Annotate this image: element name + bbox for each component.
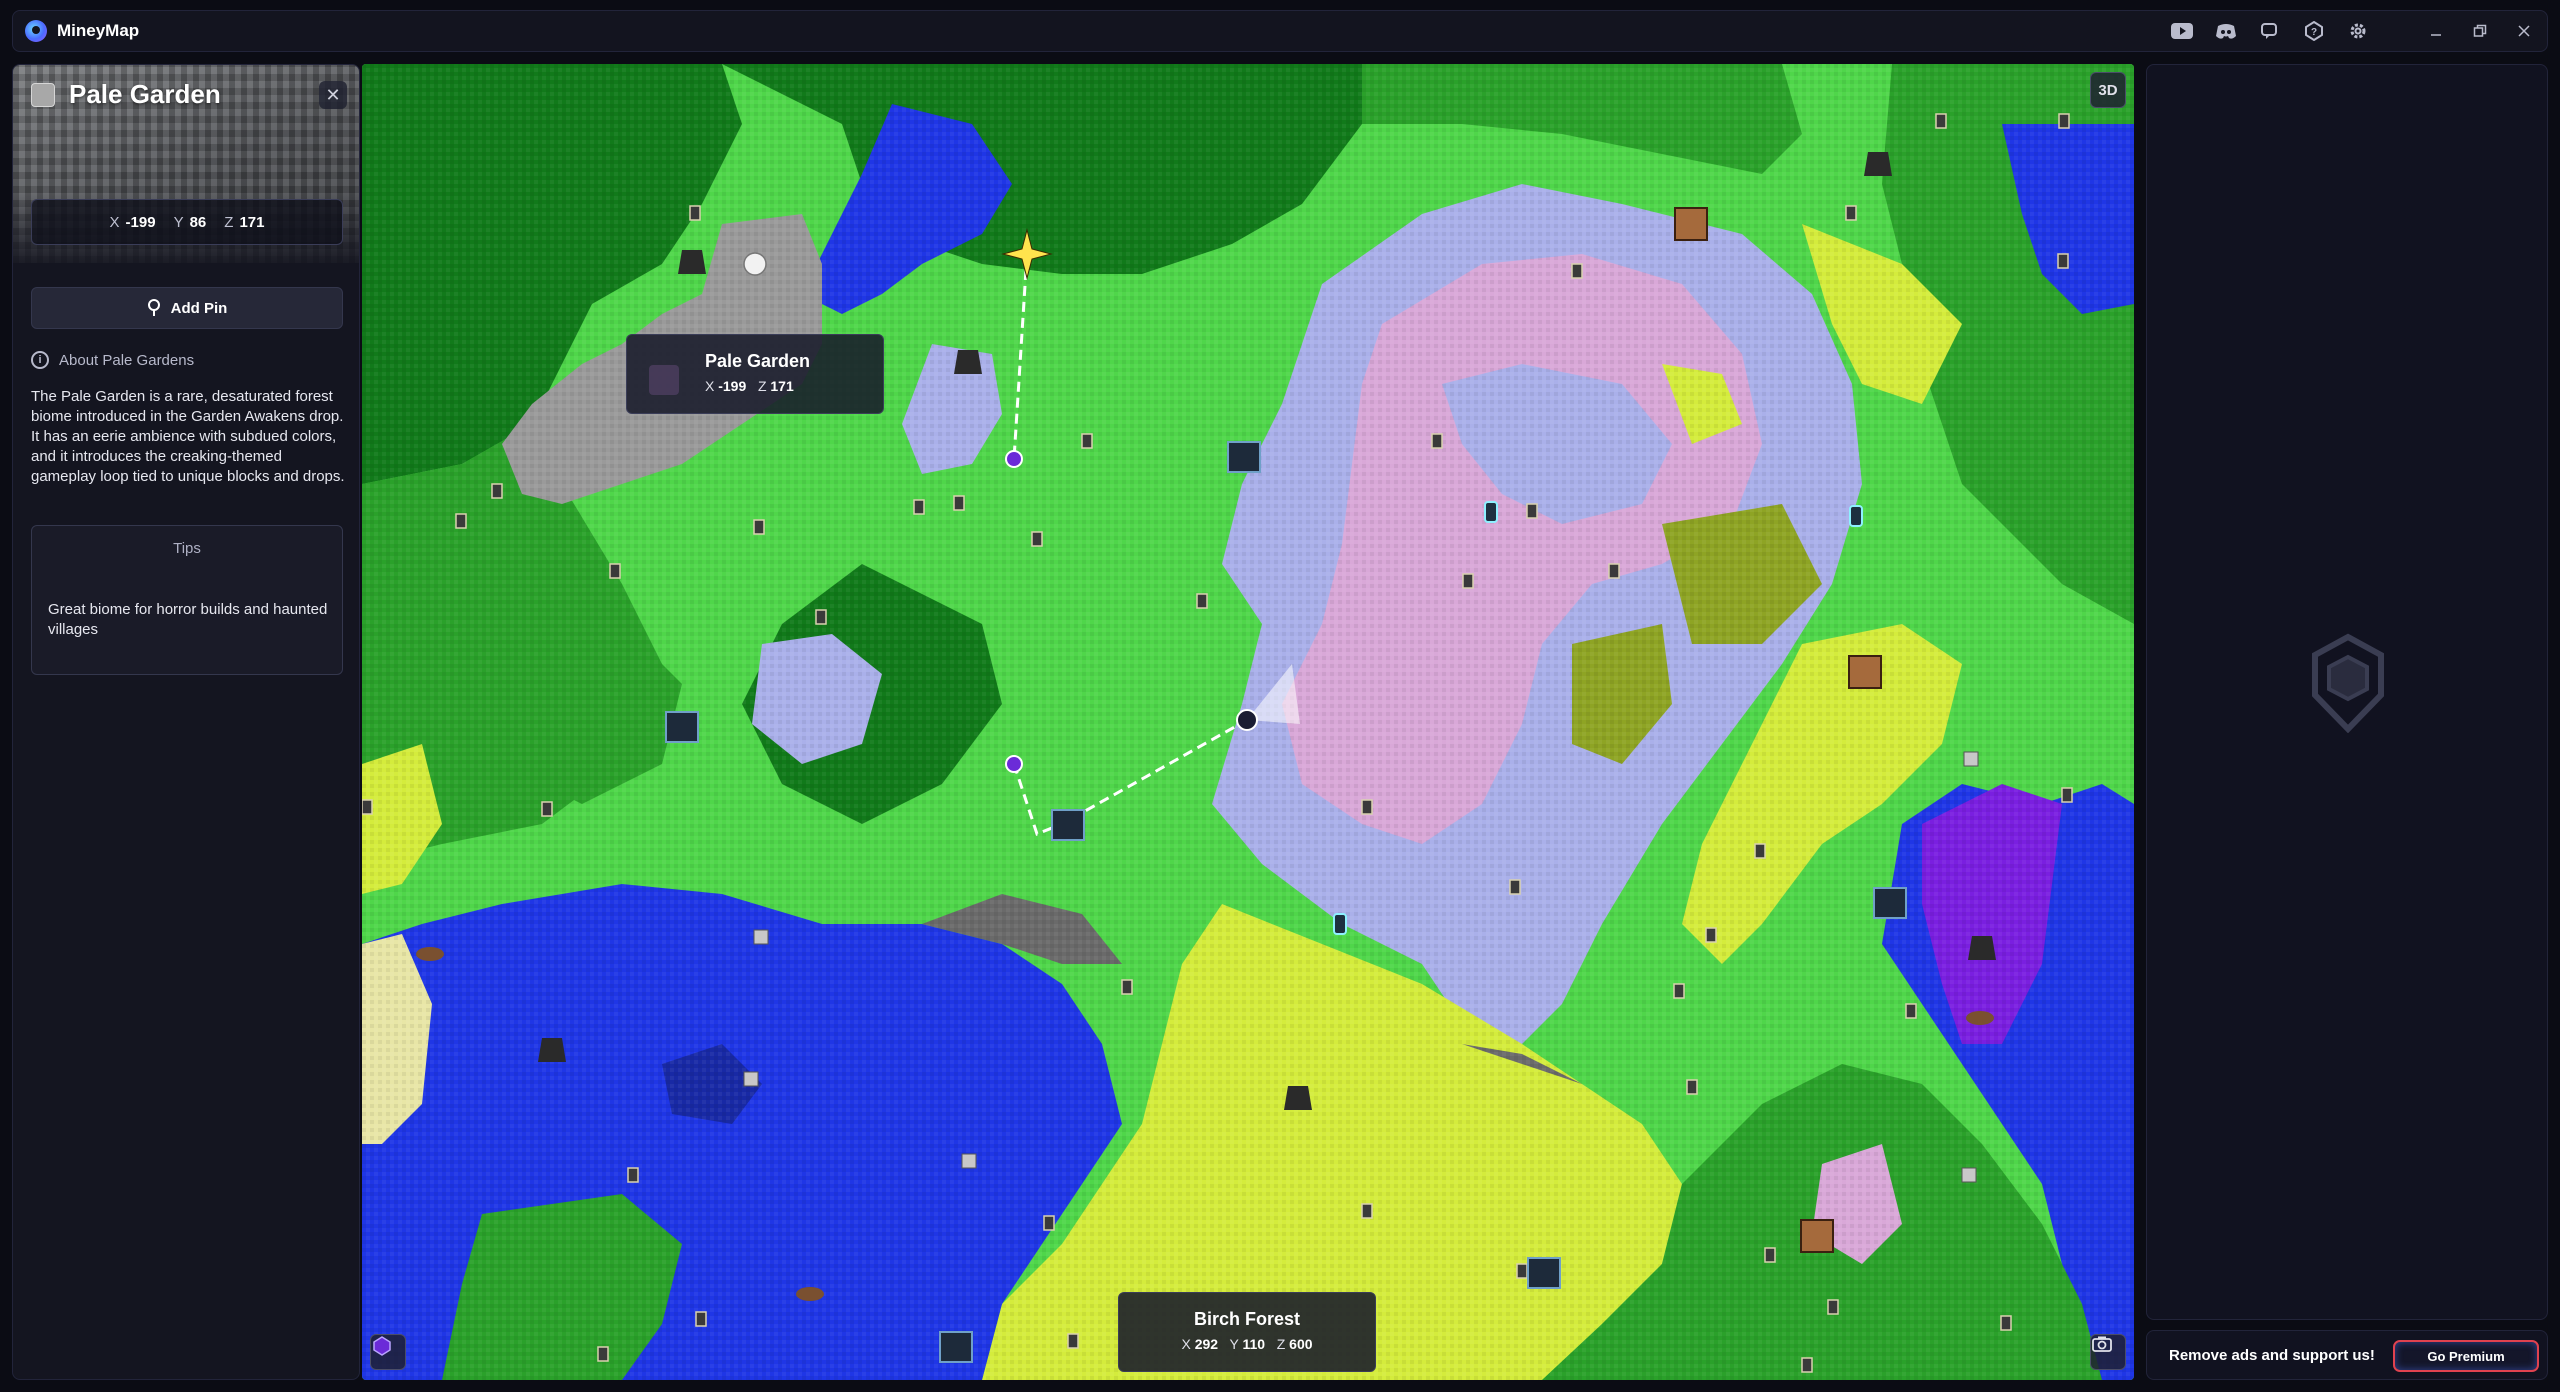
biome-header-image: Pale Garden ✕ X -199 Y 86 Z 171 <box>13 65 359 263</box>
y-value: 86 <box>189 213 207 231</box>
pin-icon <box>147 299 160 316</box>
layers-button[interactable] <box>370 1334 406 1370</box>
pin-tooltip-coords: X -199 Z 171 <box>705 378 794 394</box>
tips-card: Tips Great biome for horror builds and h… <box>31 525 343 675</box>
restore-icon[interactable] <box>2469 20 2491 42</box>
cursor-biome-coords: X 292 Y 110 Z 600 <box>1181 1336 1313 1352</box>
biome-title: Pale Garden <box>69 79 221 109</box>
minimize-icon[interactable] <box>2425 20 2447 42</box>
view-mode-toggle[interactable]: 3D <box>2090 72 2126 108</box>
add-pin-button[interactable]: Add Pin <box>31 287 343 329</box>
about-label: About Pale Gardens <box>59 351 195 369</box>
tips-text: Great biome for horror builds and haunte… <box>48 601 328 638</box>
biome-info-panel: Pale Garden ✕ X -199 Y 86 Z 171 Add Pin i A… <box>12 64 360 1380</box>
mineymap-watermark-icon <box>2312 633 2384 733</box>
biome-color-swatch <box>31 83 55 107</box>
add-pin-label: Add Pin <box>170 299 228 317</box>
pin-tooltip: Pale Garden X -199 Z 171 <box>626 334 884 414</box>
settings-icon[interactable] <box>2347 20 2369 42</box>
app-logo-icon <box>25 20 47 42</box>
coordinates-display[interactable]: X -199 Y 86 Z 171 <box>31 199 343 245</box>
title-bar: MineyMap ? <box>12 10 2548 52</box>
layers-icon <box>373 1336 391 1356</box>
svg-text:?: ? <box>2311 27 2317 38</box>
ad-panel <box>2146 64 2548 1320</box>
tips-title: Tips <box>173 540 201 557</box>
cursor-biome-tooltip: Birch Forest X 292 Y 110 Z 600 <box>1118 1292 1376 1372</box>
pin-thumbnail <box>649 365 679 395</box>
help-icon[interactable]: ? <box>2303 20 2325 42</box>
x-value: -199 <box>125 213 156 231</box>
screenshot-button[interactable] <box>2090 1334 2126 1370</box>
title-bar-actions: ? <box>2171 11 2535 51</box>
about-heading: i About Pale Gardens <box>31 351 194 369</box>
z-label: Z <box>224 213 234 231</box>
x-label: X <box>109 213 120 231</box>
go-premium-button[interactable]: Go Premium <box>2393 1340 2539 1372</box>
camera-icon <box>2092 1336 2112 1352</box>
close-icon[interactable] <box>2513 20 2535 42</box>
info-icon: i <box>31 351 49 369</box>
app-title: MineyMap <box>57 21 140 40</box>
world-map[interactable]: 3D Pale Garden X -199 Z 171 Birch Forest… <box>362 64 2134 1380</box>
premium-bar: Remove ads and support us! Go Premium <box>2146 1330 2548 1380</box>
megaphone-icon[interactable] <box>2259 20 2281 42</box>
youtube-icon[interactable] <box>2171 20 2193 42</box>
cursor-biome-name: Birch Forest <box>1193 1309 1301 1329</box>
close-panel-button[interactable]: ✕ <box>319 81 347 109</box>
biome-description: The Pale Garden is a rare, desaturated f… <box>31 388 345 485</box>
biome-map-canvas[interactable] <box>362 64 2134 1380</box>
pin-tooltip-name: Pale Garden <box>705 351 811 371</box>
y-label: Y <box>173 213 184 231</box>
close-icon: ✕ <box>325 84 341 105</box>
premium-promo-text: Remove ads and support us! <box>2169 1346 2375 1364</box>
z-value: 171 <box>239 213 265 231</box>
discord-icon[interactable] <box>2215 20 2237 42</box>
